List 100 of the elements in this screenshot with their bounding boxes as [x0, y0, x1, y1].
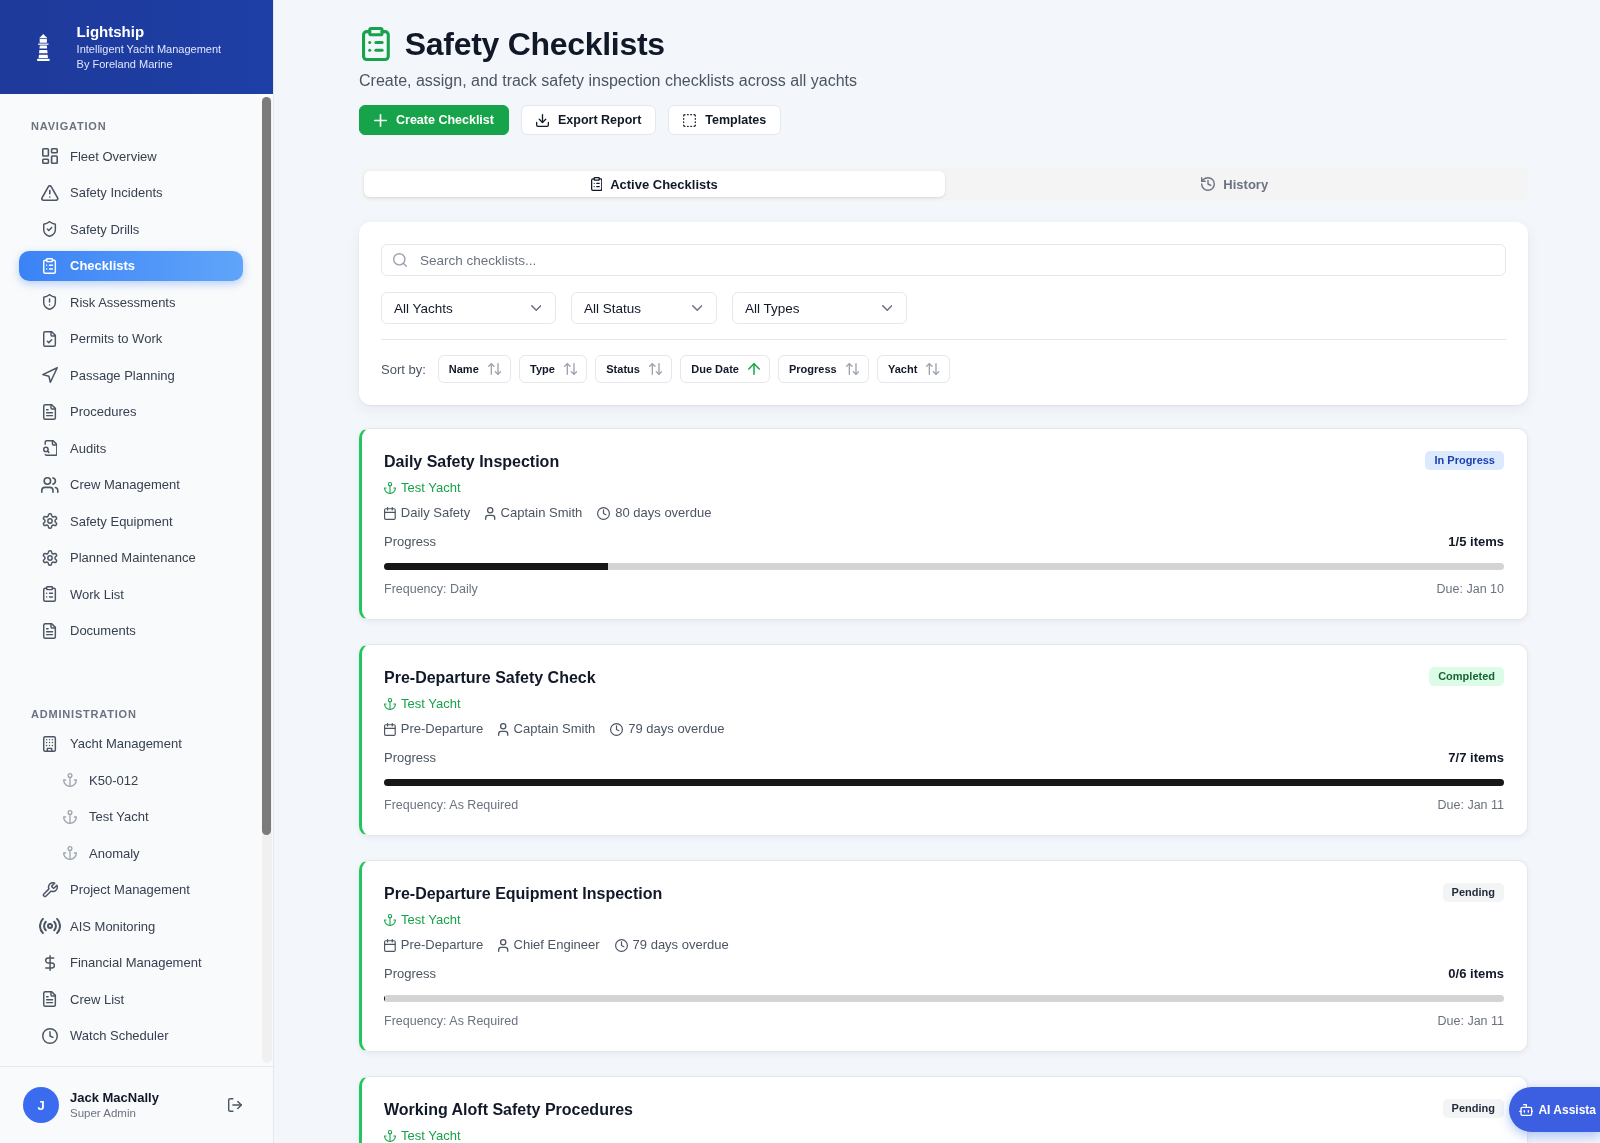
- nav-item[interactable]: Procedures: [19, 396, 243, 427]
- nav-item[interactable]: AIS Monitoring: [19, 911, 243, 941]
- nav-item[interactable]: Crew List: [19, 984, 243, 1014]
- assignee-name: Captain Smith: [513, 720, 596, 738]
- clock-icon: [597, 506, 611, 520]
- sort-button[interactable]: Status: [595, 355, 673, 383]
- sort-button[interactable]: Type: [519, 355, 588, 383]
- tab[interactable]: Active Checklists: [364, 171, 945, 197]
- plus-icon: [374, 113, 387, 127]
- frequency-text: Frequency: As Required: [384, 797, 519, 814]
- brand-tagline: Intelligent Yacht Management: [76, 42, 222, 57]
- nav-item[interactable]: Watch Scheduler: [19, 1020, 243, 1051]
- calendar-icon: [384, 506, 396, 520]
- dollar-icon: [45, 954, 55, 971]
- nav-item[interactable]: Safety Equipment: [19, 506, 243, 536]
- building-icon: [43, 735, 57, 752]
- checklist-type: Pre-Departure: [400, 936, 484, 954]
- nav-item[interactable]: Financial Management: [19, 947, 243, 978]
- document-search-icon: [42, 440, 58, 456]
- dropdown[interactable]: All Status: [571, 292, 717, 324]
- checklist-title: Pre-Departure Safety Check: [384, 668, 596, 688]
- due-date: Due: Jan 11: [1437, 1013, 1504, 1030]
- page-title: Safety Checklists: [404, 25, 665, 64]
- anchor-icon: [63, 846, 77, 860]
- user-role: Super Admin: [70, 1106, 137, 1121]
- nav-item[interactable]: Permits to Work: [19, 323, 243, 354]
- dropdown[interactable]: All Types: [732, 292, 907, 324]
- checklist-title: Pre-Departure Equipment Inspection: [384, 884, 663, 904]
- chevron-down-icon: [881, 305, 892, 311]
- clipboard-icon: [43, 586, 57, 602]
- yacht-name: Test Yacht: [401, 911, 461, 929]
- nav-item[interactable]: Anomaly: [19, 838, 243, 868]
- chevron-down-icon: [530, 305, 541, 311]
- due-date: Due: Jan 11: [1437, 797, 1504, 814]
- yacht-name: Test Yacht: [401, 1127, 461, 1143]
- assignee-name: Chief Engineer: [513, 936, 600, 954]
- nav-item[interactable]: Safety Incidents: [19, 177, 243, 208]
- sort-button[interactable]: Name: [437, 355, 512, 383]
- bot-icon: [1518, 1103, 1534, 1116]
- gear-icon: [42, 549, 58, 566]
- users-icon: [41, 476, 59, 493]
- overdue-text: 79 days overdue: [628, 720, 725, 738]
- download-icon: [535, 113, 549, 127]
- scrollbar-thumb[interactable]: [262, 97, 271, 835]
- clock-icon: [42, 1027, 58, 1044]
- status-badge: Completed: [1429, 667, 1504, 686]
- search-field[interactable]: Search checklists...: [381, 244, 1506, 276]
- nav-item[interactable]: Audits: [19, 433, 243, 463]
- yacht-name: Test Yacht: [401, 479, 461, 497]
- document-icon: [43, 991, 57, 1007]
- nav-item[interactable]: Fleet Overview: [19, 141, 243, 171]
- sort-button[interactable]: Progress: [777, 355, 869, 383]
- sort-label: Sort by:: [381, 361, 426, 377]
- checklist-title: Working Aloft Safety Procedures: [384, 1100, 633, 1120]
- assistant-button[interactable]: AI Assista: [1508, 1087, 1600, 1132]
- nav-item[interactable]: K50-012: [19, 765, 243, 795]
- clipboard-icon: [590, 177, 603, 191]
- nav-item[interactable]: Planned Maintenance: [19, 542, 243, 573]
- navigation-icon: [42, 367, 58, 383]
- calendar-icon: [384, 722, 396, 736]
- document-icon: [43, 403, 57, 420]
- nav-item[interactable]: Documents: [19, 615, 243, 646]
- sort-button[interactable]: Yacht: [876, 355, 950, 383]
- anchor-icon: [63, 809, 77, 824]
- file-check-icon: [43, 330, 57, 347]
- nav-item[interactable]: Safety Drills: [19, 214, 243, 244]
- user-icon: [498, 938, 509, 952]
- clock-icon: [614, 938, 628, 952]
- anchor-icon: [63, 773, 77, 787]
- section-heading: ADMINISTRATION: [30, 706, 138, 722]
- sort-button[interactable]: Due Date: [680, 355, 770, 383]
- dashed-square-icon: [683, 113, 697, 127]
- nav-item[interactable]: Work List: [19, 579, 243, 609]
- progress-label: Progress: [384, 749, 437, 767]
- nav-item[interactable]: Project Management: [19, 874, 243, 905]
- nav-item[interactable]: Passage Planning: [19, 360, 243, 390]
- status-badge: In Progress: [1425, 451, 1504, 470]
- anchor-icon: [384, 698, 396, 710]
- lighthouse-icon: [35, 33, 52, 61]
- wrench-icon: [42, 881, 58, 898]
- nav-item[interactable]: Yacht Management: [19, 728, 243, 759]
- logout-icon[interactable]: [228, 1098, 242, 1112]
- nav-item[interactable]: Risk Assessments: [19, 287, 243, 317]
- anchor-icon: [384, 914, 396, 926]
- tab[interactable]: History: [944, 171, 1525, 197]
- user-icon: [498, 722, 509, 736]
- frequency-text: Frequency: Daily: [384, 581, 478, 598]
- nav-item[interactable]: Crew Management: [19, 469, 243, 500]
- action-button[interactable]: Templates: [668, 105, 782, 135]
- action-button[interactable]: Export Report: [520, 105, 657, 135]
- clipboard-icon: [43, 257, 57, 274]
- checklist-type: Daily Safety: [400, 504, 471, 522]
- checklist-type: Pre-Departure: [400, 720, 484, 738]
- dropdown[interactable]: All Yachts: [381, 292, 556, 324]
- brand-byline: By Foreland Marine: [76, 57, 174, 72]
- nav-item[interactable]: Test Yacht: [19, 801, 243, 832]
- shield-check-icon: [43, 221, 57, 237]
- progress-label: Progress: [384, 533, 437, 551]
- chevron-down-icon: [691, 305, 702, 311]
- avatar: J: [23, 1087, 59, 1123]
